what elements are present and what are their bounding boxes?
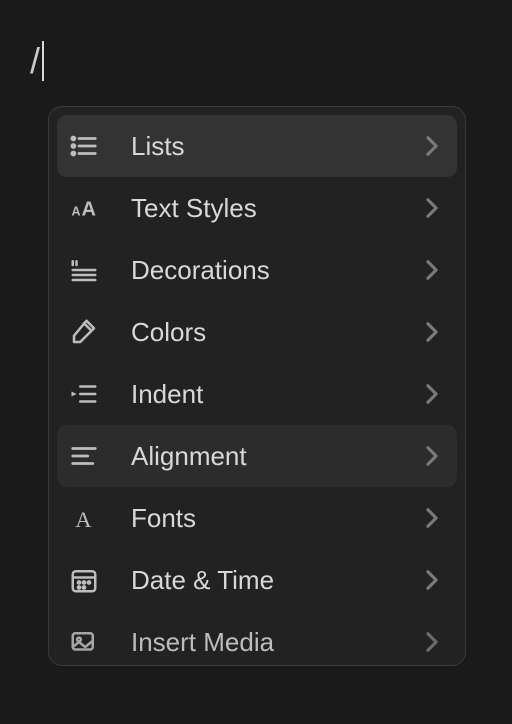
date-time-icon <box>67 563 101 597</box>
menu-item-label: Alignment <box>131 441 393 472</box>
menu-item-label: Fonts <box>131 503 393 534</box>
chevron-right-icon <box>423 261 441 279</box>
menu-item-fonts[interactable]: A Fonts <box>57 487 457 549</box>
menu-item-decorations[interactable]: Decorations <box>57 239 457 301</box>
indent-icon <box>67 377 101 411</box>
menu-item-lists[interactable]: Lists <box>57 115 457 177</box>
svg-text:A: A <box>82 199 96 221</box>
menu-item-label: Decorations <box>131 255 393 286</box>
text-cursor <box>42 41 44 81</box>
menu-item-date-time[interactable]: Date & Time <box>57 549 457 611</box>
insert-media-icon <box>67 625 101 659</box>
menu-item-alignment[interactable]: Alignment <box>57 425 457 487</box>
svg-text:A: A <box>72 205 81 219</box>
chevron-right-icon <box>423 571 441 589</box>
menu-item-label: Insert Media <box>131 627 393 658</box>
menu-item-colors[interactable]: Colors <box>57 301 457 363</box>
slash-character: / <box>30 40 40 82</box>
menu-item-label: Text Styles <box>131 193 393 224</box>
chevron-right-icon <box>423 199 441 217</box>
menu-item-label: Colors <box>131 317 393 348</box>
decorations-icon <box>67 253 101 287</box>
menu-item-indent[interactable]: Indent <box>57 363 457 425</box>
menu-item-label: Date & Time <box>131 565 393 596</box>
menu-item-text-styles[interactable]: A A Text Styles <box>57 177 457 239</box>
menu-item-insert-media[interactable]: Insert Media <box>57 611 457 666</box>
chevron-right-icon <box>423 447 441 465</box>
list-icon <box>67 129 101 163</box>
chevron-right-icon <box>423 509 441 527</box>
fonts-icon: A <box>67 501 101 535</box>
chevron-right-icon <box>423 385 441 403</box>
alignment-icon <box>67 439 101 473</box>
command-menu: Lists A A Text Styles Decorations <box>48 106 466 666</box>
chevron-right-icon <box>423 137 441 155</box>
slash-command-input[interactable]: / <box>30 40 44 82</box>
menu-item-label: Lists <box>131 131 393 162</box>
chevron-right-icon <box>423 323 441 341</box>
menu-item-label: Indent <box>131 379 393 410</box>
text-styles-icon: A A <box>67 191 101 225</box>
chevron-right-icon <box>423 633 441 651</box>
colors-icon <box>67 315 101 349</box>
svg-text:A: A <box>75 507 92 532</box>
